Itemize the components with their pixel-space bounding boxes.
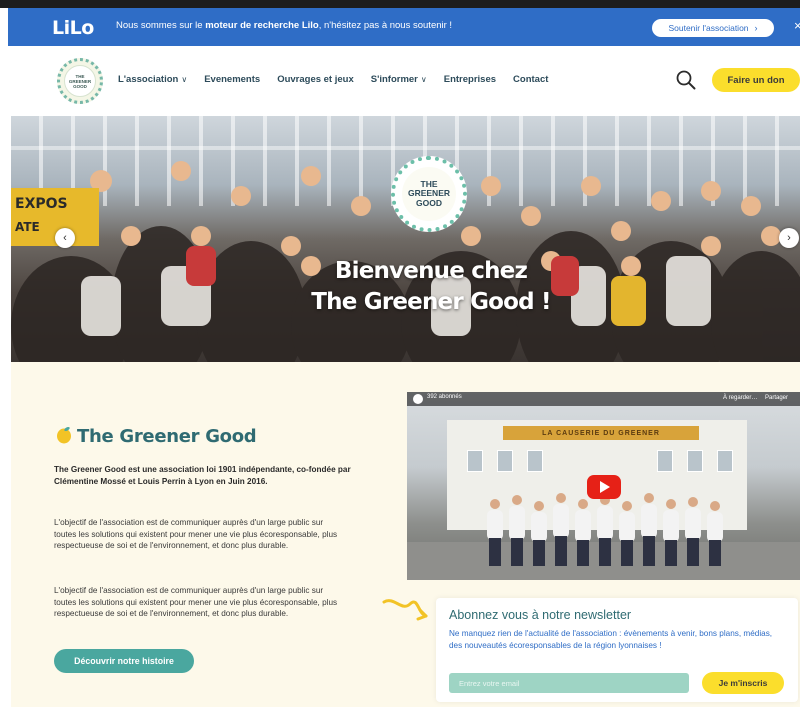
nav-item-evenements[interactable]: Evenements	[204, 74, 260, 85]
lemon-icon	[57, 426, 71, 444]
search-icon[interactable]	[676, 70, 696, 90]
about-paragraph: L'objectif de l'association est de commu…	[54, 586, 338, 618]
about-title-text: The Greener Good	[77, 426, 257, 447]
carousel-prev-button[interactable]: ‹	[55, 228, 75, 248]
lilo-banner: LiLo Nous sommes sur le moteur de recher…	[8, 8, 800, 46]
chevron-right-icon: ›	[754, 23, 758, 33]
about-paragraph: L'objectif de l'association est de commu…	[54, 518, 338, 550]
video-window	[717, 450, 733, 472]
hero-logo-text: THE GREENER GOOD	[402, 167, 456, 221]
watch-later-button[interactable]: À regarder…	[723, 395, 757, 401]
video-window	[497, 450, 513, 472]
carousel-next-button[interactable]: ›	[779, 228, 799, 248]
hero-logo-badge: THE GREENER GOOD	[391, 156, 467, 232]
nav-item-label: Ouvrages et jeux	[277, 74, 354, 85]
nav-menu: L'association ∨ Evenements Ouvrages et je…	[118, 74, 565, 85]
video-people	[487, 493, 723, 566]
badge-line: GOOD	[416, 197, 442, 208]
play-button[interactable]	[587, 475, 621, 499]
hero-carousel: EXPOS ATE THE GREENER GOOD Bienvenue che…	[11, 116, 800, 362]
squiggle-arrow-icon	[382, 599, 428, 621]
about-title: The Greener Good	[56, 426, 257, 447]
logo-line: GOOD	[73, 83, 87, 89]
newsletter-title: Abonnez vous à notre newsletter	[449, 608, 632, 622]
donate-button[interactable]: Faire un don	[712, 68, 800, 92]
nav-item-label: Contact	[513, 74, 549, 85]
nav-item-contact[interactable]: Contact	[513, 74, 548, 85]
lilo-logo[interactable]: LiLo	[52, 17, 94, 39]
discover-history-button[interactable]: Découvrir notre histoire	[54, 649, 194, 673]
hero-title-line1: Bienvenue chez	[334, 258, 528, 284]
nav-item-ouvrages[interactable]: Ouvrages et jeux	[277, 74, 354, 85]
nav-item-sinformer[interactable]: S'informer ∨	[371, 74, 427, 85]
site-logo[interactable]: THE GREENER GOOD	[57, 58, 103, 104]
main-navigation: THE GREENER GOOD L'association ∨ Evenemen…	[8, 46, 800, 116]
support-association-button[interactable]: Soutenir l'association ›	[652, 19, 774, 37]
nav-item-association[interactable]: L'association ∨	[118, 74, 187, 85]
nav-item-entreprises[interactable]: Entreprises	[444, 74, 496, 85]
video-window	[687, 450, 703, 472]
video-banner: LA CAUSERIE DU GREENER	[503, 426, 699, 440]
hero-crowd-photo	[11, 161, 800, 362]
sign-text: EXPOS	[15, 196, 68, 212]
subscribe-button[interactable]: Je m'inscris	[702, 672, 784, 694]
play-icon	[600, 481, 610, 493]
nav-item-label: S'informer	[370, 74, 418, 85]
about-lead: The Greener Good est une association loi…	[54, 465, 351, 486]
nav-item-label: Entreprises	[443, 74, 497, 85]
sign-text: ATE	[15, 220, 40, 234]
lilo-message: Nous sommes sur le moteur de recherche L…	[116, 20, 452, 31]
support-association-label: Soutenir l'association	[668, 23, 749, 33]
close-icon[interactable]: ×	[794, 18, 800, 33]
site-logo-text: THE GREENER GOOD	[64, 65, 96, 97]
hero-title-line2: The Greener Good !	[311, 289, 551, 315]
video-window	[657, 450, 673, 472]
hero-title: Bienvenue chez The Greener Good !	[241, 256, 621, 318]
chevron-down-icon: ∨	[181, 75, 188, 84]
lilo-message-prefix: Nous sommes sur le	[116, 20, 206, 31]
email-field[interactable]	[449, 673, 689, 693]
share-button[interactable]: Partager	[765, 395, 788, 401]
newsletter-text: Ne manquez rien de l'actualité de l'asso…	[449, 629, 773, 650]
chevron-down-icon: ∨	[420, 75, 427, 84]
video-window	[527, 450, 543, 472]
nav-item-label: L'association	[118, 74, 179, 85]
video-channel[interactable]: 392 abonnés	[427, 394, 462, 400]
lilo-message-suffix: , n'hésitez pas à nous soutenir !	[318, 20, 453, 31]
lilo-message-bold: moteur de recherche Lilo	[205, 20, 319, 31]
video-window	[467, 450, 483, 472]
nav-item-label: Evenements	[204, 74, 261, 85]
browser-top-strip	[0, 0, 800, 8]
channel-avatar[interactable]	[413, 394, 423, 404]
